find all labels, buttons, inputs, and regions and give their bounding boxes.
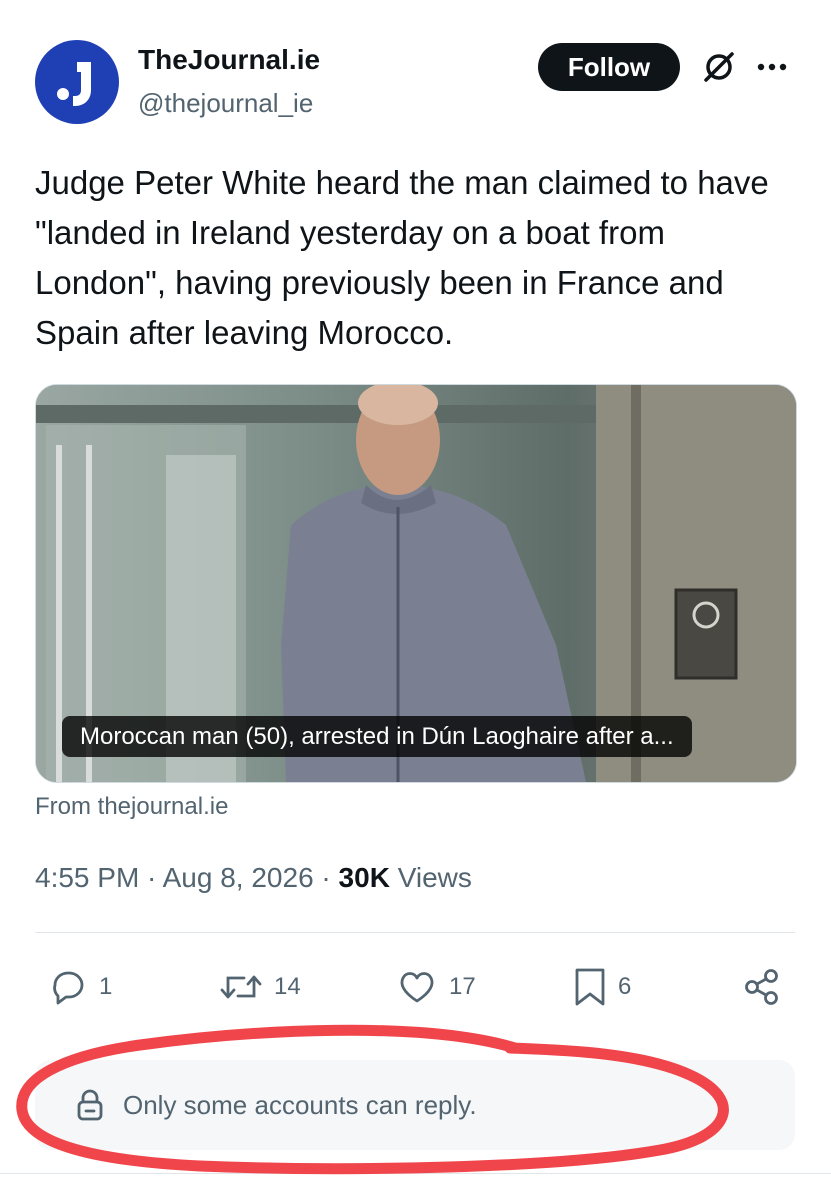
reply-restriction-text: Only some accounts can reply.: [123, 1089, 477, 1120]
more-dots-icon[interactable]: [755, 52, 789, 82]
tweet-date[interactable]: Aug 8, 2026: [163, 862, 314, 893]
reply-restriction-notice: Only some accounts can reply.: [35, 1060, 795, 1150]
reply-button[interactable]: 1: [47, 962, 112, 1012]
like-button[interactable]: 17: [395, 962, 476, 1012]
reply-count: 1: [99, 973, 113, 1000]
display-name[interactable]: TheJournal.ie: [138, 44, 320, 76]
repost-button[interactable]: 14: [218, 962, 301, 1012]
like-count: 17: [449, 973, 476, 1000]
divider: [35, 932, 795, 933]
tweet-time[interactable]: 4:55 PM: [35, 862, 139, 893]
meta-separator: ·: [313, 862, 339, 893]
bookmark-count: 6: [618, 973, 632, 1000]
reply-icon: [53, 971, 84, 1005]
share-button[interactable]: [741, 962, 783, 1012]
divider: [0, 1173, 831, 1174]
meta-separator: ·: [139, 862, 163, 893]
repost-icon: [220, 975, 262, 999]
views-count: 30K: [338, 862, 390, 893]
bookmark-button[interactable]: 6: [572, 962, 631, 1012]
tweet-text: Judge Peter White heard the man claimed …: [35, 164, 769, 351]
lock-icon: [77, 1089, 103, 1121]
views-label: Views: [397, 862, 472, 893]
avatar[interactable]: [35, 40, 119, 124]
journal-logo-icon: [57, 62, 91, 106]
repost-count: 14: [274, 973, 301, 1000]
handle[interactable]: @thejournal_ie: [138, 88, 313, 119]
bookmark-icon: [575, 968, 605, 1006]
link-source[interactable]: From thejournal.ie: [35, 793, 228, 821]
heart-icon: [400, 972, 434, 1003]
tweet-meta: 4:55 PM · Aug 8, 2026 · 30K Views: [35, 862, 472, 894]
link-card-title[interactable]: Moroccan man (50), arrested in Dún Laogh…: [62, 716, 692, 757]
grok-slash-icon[interactable]: [700, 48, 738, 86]
share-icon: [745, 969, 778, 1005]
follow-button[interactable]: Follow: [538, 43, 680, 91]
